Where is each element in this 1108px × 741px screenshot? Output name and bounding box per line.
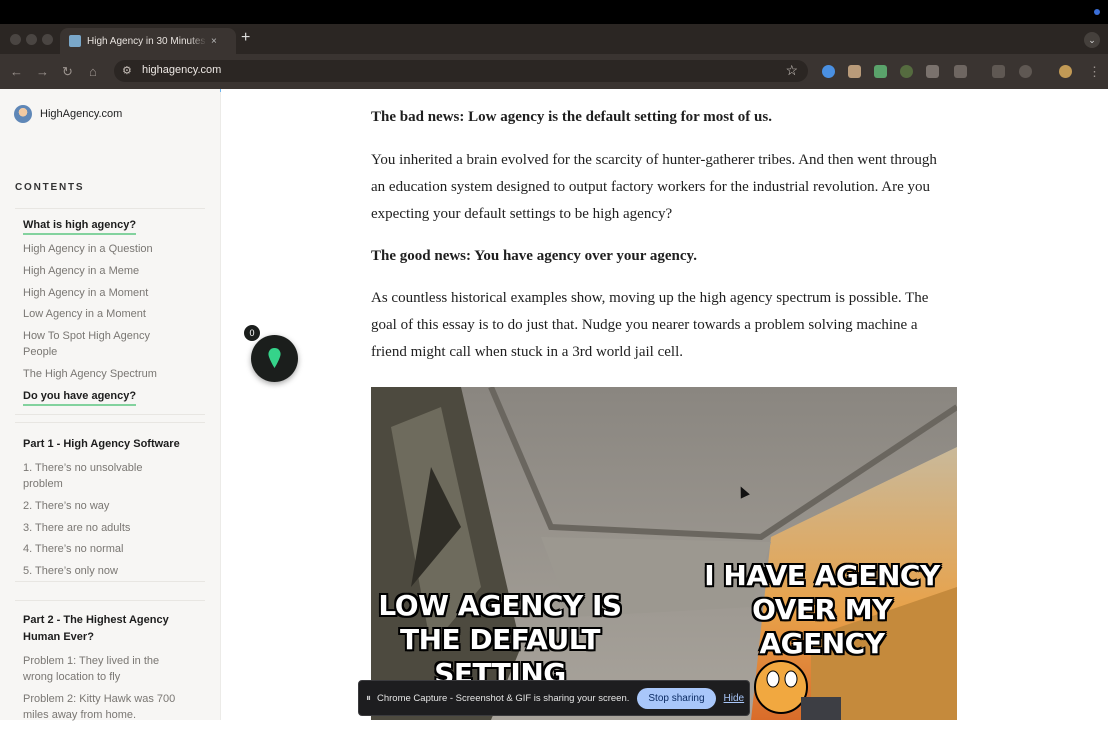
floating-action-button[interactable] bbox=[251, 335, 298, 382]
toc-item[interactable]: Low Agency in a Moment bbox=[23, 306, 193, 322]
toc-section-part1: Part 1 - High Agency Software 1. There’s… bbox=[15, 422, 205, 582]
paragraph-bad-news: The bad news: Low agency is the default … bbox=[371, 109, 772, 125]
location-pin-icon bbox=[268, 348, 281, 368]
profile-avatar-icon[interactable] bbox=[1059, 65, 1072, 78]
extension-icon-4[interactable] bbox=[900, 65, 913, 78]
share-status-text: Chrome Capture - Screenshot & GIF is sha… bbox=[377, 692, 630, 704]
brand-name: HighAgency.com bbox=[40, 108, 123, 120]
toc-item[interactable]: High Agency in a Meme bbox=[23, 263, 193, 279]
toc-item-do-you-have-agency[interactable]: Do you have agency? bbox=[23, 388, 137, 406]
badge-count: 0 bbox=[243, 324, 261, 342]
toc-item[interactable]: High Agency in a Moment bbox=[23, 285, 193, 301]
tab-search-chevron-icon[interactable]: ⌄ bbox=[1084, 32, 1100, 48]
toc-item[interactable]: High Agency in a Question bbox=[23, 241, 193, 257]
back-arrow-icon[interactable]: ← bbox=[10, 64, 23, 79]
toc-item[interactable]: Problem 1: They lived in the wrong locat… bbox=[23, 653, 183, 685]
extension-chrome-capture-icon[interactable] bbox=[822, 65, 835, 78]
paragraph-inherited-brain: You inherited a brain evolved for the sc… bbox=[371, 152, 937, 222]
meme-caption-right: I HAVE AGENCY OVER MY AGENCY bbox=[704, 559, 940, 660]
toc-item[interactable]: 2. There’s no way bbox=[23, 498, 193, 514]
extensions-puzzle-icon[interactable] bbox=[954, 65, 967, 78]
tab-strip: High Agency in 30 Minutes - George Mack … bbox=[0, 24, 1108, 54]
article-content: The bad news: Low agency is the default … bbox=[221, 89, 1108, 720]
pause-icon[interactable]: ⏸ bbox=[366, 693, 371, 704]
address-url: highagency.com bbox=[142, 64, 222, 76]
hide-button[interactable]: Hide bbox=[724, 693, 745, 704]
new-tab-button[interactable]: + bbox=[241, 29, 250, 47]
window-minimize-icon[interactable] bbox=[26, 34, 37, 45]
contents-heading: CONTENTS bbox=[15, 182, 85, 193]
browser-toolbar: ← → ↻ ⌂ ⚙ highagency.com ☆ ⋮ bbox=[0, 54, 1108, 89]
toc-item[interactable]: The High Agency Spectrum bbox=[23, 366, 193, 382]
meme-caption-left: LOW AGENCY IS THE DEFAULT SETTING bbox=[378, 589, 622, 690]
history-icon[interactable] bbox=[1019, 65, 1032, 78]
paragraph-historical-examples: As countless historical examples show, m… bbox=[371, 290, 929, 360]
contents-sidebar: HighAgency.com CONTENTS What is high age… bbox=[0, 89, 221, 723]
tab-close-icon[interactable]: × bbox=[211, 36, 217, 47]
system-menu-bar bbox=[0, 0, 1108, 24]
site-favicon-icon bbox=[69, 35, 81, 47]
more-menu-icon[interactable]: ⋮ bbox=[1088, 64, 1101, 80]
extension-icon-3[interactable] bbox=[874, 65, 887, 78]
bookmark-star-icon[interactable]: ☆ bbox=[785, 62, 798, 79]
tab-high-agency[interactable]: High Agency in 30 Minutes - George Mack … bbox=[60, 28, 236, 54]
screen-share-bar: ⏸ Chrome Capture - Screenshot & GIF is s… bbox=[358, 680, 750, 716]
reload-icon[interactable]: ↻ bbox=[62, 64, 73, 80]
status-dot-icon bbox=[1094, 9, 1100, 15]
toc-item[interactable]: 5. There’s only now bbox=[23, 563, 193, 579]
site-settings-icon[interactable]: ⚙ bbox=[122, 64, 132, 77]
extension-icon-2[interactable] bbox=[848, 65, 861, 78]
window-zoom-icon[interactable] bbox=[42, 34, 53, 45]
window-close-icon[interactable] bbox=[10, 34, 21, 45]
toc-item[interactable]: Problem 2: Kitty Hawk was 700 miles away… bbox=[23, 691, 198, 723]
tab-title: High Agency in 30 Minutes - George Mack bbox=[87, 35, 207, 47]
toc-section-heading[interactable]: Part 2 - The Highest Agency Human Ever? bbox=[23, 612, 183, 646]
toc-section-intro: What is high agency? High Agency in a Qu… bbox=[15, 208, 205, 415]
reading-list-icon[interactable] bbox=[992, 65, 1005, 78]
meme-image: LOW AGENCY IS THE DEFAULT SETTING I HAVE… bbox=[371, 387, 957, 720]
toc-item[interactable]: How To Spot High Agency People bbox=[23, 328, 153, 360]
author-avatar bbox=[14, 105, 32, 123]
toc-item[interactable]: 1. There’s no unsolvable problem bbox=[23, 460, 163, 492]
toc-item[interactable]: 4. There’s no normal bbox=[23, 541, 193, 557]
toc-item-what-is-high-agency[interactable]: What is high agency? bbox=[23, 217, 137, 235]
address-bar[interactable]: ⚙ highagency.com ☆ bbox=[114, 60, 808, 82]
brand-link[interactable]: HighAgency.com bbox=[14, 105, 122, 123]
forward-arrow-icon[interactable]: → bbox=[36, 64, 49, 79]
paragraph-good-news: The good news: You have agency over your… bbox=[371, 248, 697, 264]
home-icon[interactable]: ⌂ bbox=[89, 64, 97, 79]
extension-icon-5[interactable] bbox=[926, 65, 939, 78]
stop-sharing-button[interactable]: Stop sharing bbox=[637, 687, 716, 709]
toc-item[interactable]: 3. There are no adults bbox=[23, 520, 193, 536]
toc-section-heading[interactable]: Part 1 - High Agency Software bbox=[23, 436, 193, 452]
